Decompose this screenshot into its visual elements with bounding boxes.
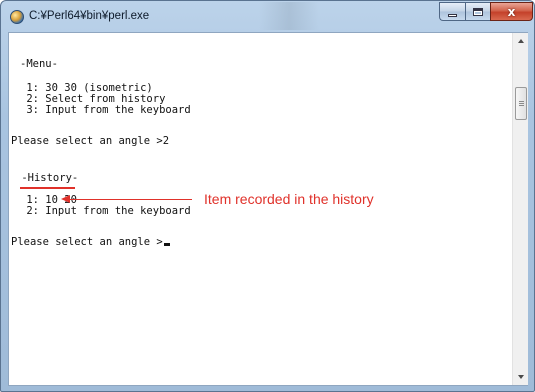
- scroll-thumb[interactable]: [515, 87, 527, 120]
- scroll-down-button[interactable]: [513, 369, 529, 385]
- scroll-down-icon: [518, 375, 524, 379]
- history-annotation: Item recorded in the history: [204, 191, 374, 207]
- maximize-icon: [473, 7, 483, 16]
- scroll-up-icon: [518, 39, 524, 43]
- history-heading: -History-: [15, 172, 79, 184]
- maximize-button[interactable]: [465, 2, 490, 21]
- console-output[interactable]: -Menu- 1: 30 30 (isometric) 2: Select fr…: [9, 33, 512, 385]
- menu-option-3: 3: Input from the keyboard: [20, 104, 191, 116]
- vertical-scrollbar[interactable]: [512, 33, 528, 385]
- minimize-button[interactable]: [439, 2, 465, 21]
- grip-line: [519, 101, 524, 102]
- close-icon: x: [507, 4, 516, 19]
- close-button[interactable]: x: [490, 2, 533, 21]
- console-client-area[interactable]: -Menu- 1: 30 30 (isometric) 2: Select fr…: [8, 32, 528, 386]
- prompt-line-2[interactable]: Please select an angle >: [11, 237, 170, 248]
- window-title: C:¥Perl64¥bin¥perl.exe: [29, 10, 150, 22]
- prompt-line-1: Please select an angle >2: [11, 135, 170, 147]
- window-controls: x: [439, 2, 533, 22]
- grip-line: [519, 105, 524, 106]
- annotation-arrow: [67, 199, 192, 200]
- prompt-text: Please select an angle >: [11, 236, 163, 248]
- text-cursor: [163, 243, 170, 246]
- perl-app-icon[interactable]: [10, 10, 24, 24]
- scroll-up-button[interactable]: [513, 33, 529, 49]
- history-option-2: 2: Input from the keyboard: [20, 205, 191, 217]
- minimize-icon: [448, 13, 457, 17]
- title-bar[interactable]: C:¥Perl64¥bin¥perl.exe x: [1, 1, 534, 32]
- history-underline: [20, 187, 75, 189]
- title-bar-glare: [259, 2, 319, 30]
- grip-line: [519, 103, 524, 104]
- menu-heading: -Menu-: [20, 58, 58, 70]
- console-window: C:¥Perl64¥bin¥perl.exe x -Menu- 1: 30 30…: [0, 0, 535, 392]
